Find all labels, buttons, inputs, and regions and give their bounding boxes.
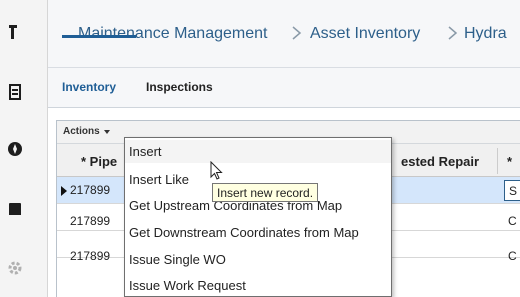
breadcrumb-hydrant[interactable]: Hydra bbox=[464, 25, 507, 43]
chevron-right-icon bbox=[291, 26, 303, 40]
cell-edit-field[interactable]: S bbox=[504, 180, 520, 201]
cell-value[interactable]: C bbox=[508, 214, 517, 228]
breadcrumb-asset-inventory[interactable]: Asset Inventory bbox=[310, 25, 420, 43]
menu-item-get-downstream-coordinates[interactable]: Get Downstream Coordinates from Map bbox=[125, 221, 391, 244]
active-tab-indicator bbox=[62, 35, 136, 38]
cell-pipe-id[interactable]: 217899 bbox=[70, 249, 110, 263]
menu-item-issue-work-request[interactable]: Issue Work Request bbox=[125, 274, 391, 297]
nav-rail bbox=[0, 0, 48, 297]
chevron-right-icon bbox=[447, 26, 459, 40]
tab-bar: Inventory Inspections bbox=[48, 68, 520, 108]
column-header-suggested-repair[interactable]: ested Repair bbox=[401, 154, 479, 169]
breadcrumb-maintenance-management[interactable]: Maintenance Management bbox=[78, 25, 267, 43]
tools-icon[interactable] bbox=[6, 22, 26, 42]
tab-inventory[interactable]: Inventory bbox=[62, 80, 116, 94]
column-header-pipe[interactable]: * Pipe bbox=[81, 154, 117, 169]
mouse-pointer-icon bbox=[210, 161, 224, 181]
tooltip: Insert new record. bbox=[212, 183, 319, 202]
breadcrumb: Maintenance Management Asset Inventory H… bbox=[48, 0, 520, 68]
document-list-icon[interactable] bbox=[6, 82, 26, 102]
actions-button[interactable]: Actions bbox=[63, 126, 100, 137]
column-header-required[interactable]: * bbox=[507, 154, 512, 169]
tab-inspections[interactable]: Inspections bbox=[146, 80, 213, 94]
cell-pipe-id[interactable]: 217899 bbox=[70, 183, 110, 197]
gear-icon[interactable] bbox=[6, 258, 26, 278]
column-divider[interactable] bbox=[497, 148, 498, 174]
current-row-marker-icon bbox=[61, 186, 67, 196]
compass-icon[interactable] bbox=[6, 139, 26, 159]
folder-icon[interactable] bbox=[6, 198, 26, 218]
cell-pipe-id[interactable]: 217899 bbox=[70, 214, 110, 228]
menu-item-issue-single-wo[interactable]: Issue Single WO bbox=[125, 248, 391, 271]
actions-context-menu: Insert Insert Like Get Upstream Coordina… bbox=[124, 137, 392, 297]
menu-item-insert[interactable]: Insert bbox=[125, 140, 391, 163]
cell-value[interactable]: C bbox=[508, 249, 517, 263]
caret-down-icon[interactable] bbox=[104, 130, 110, 134]
